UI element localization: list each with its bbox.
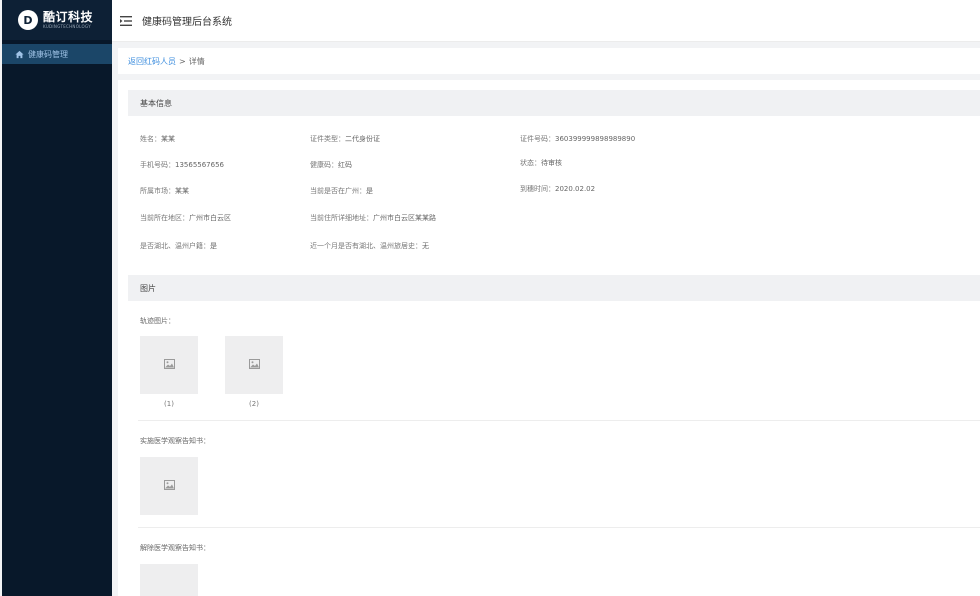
back-link[interactable]: 返回红码人员 <box>128 56 176 67</box>
field-value: 红码 <box>338 161 352 169</box>
brand-text: 酷订科技 KUDINGTECHNOLOGY <box>43 10 94 30</box>
brand-mark-icon: D <box>18 10 38 30</box>
field-id-number: 证件号码：360399999898989890 <box>520 134 635 144</box>
field-in-guangzhou: 当前是否在广州：是 <box>310 186 373 196</box>
breadcrumb-separator: > <box>179 56 186 66</box>
field-label: 证件类型： <box>310 135 345 143</box>
track-image-1[interactable] <box>140 336 198 394</box>
field-label: 当前住所详细地址： <box>310 214 373 222</box>
sidebar: D 酷订科技 KUDINGTECHNOLOGY 健康码管理 <box>2 0 112 596</box>
field-value: 无 <box>422 242 429 250</box>
field-travel-history: 近一个月是否有湖北、温州旅居史：无 <box>310 241 429 251</box>
section-images: 图片 <box>128 275 980 301</box>
field-label: 健康码： <box>310 161 338 169</box>
brand-name: 酷订科技 <box>43 10 94 24</box>
field-label: 姓名： <box>140 135 161 143</box>
breadcrumb: 返回红码人员 > 详情 <box>118 48 980 74</box>
breadcrumb-current: 详情 <box>188 56 205 66</box>
field-label: 到穗时间： <box>520 185 555 193</box>
detail-panel: 基本信息 姓名：某某 证件类型：二代身份证 证件号码：3603999998989… <box>118 80 980 596</box>
field-health-code: 健康码：红码 <box>310 160 352 170</box>
field-market: 所属市场：某某 <box>140 186 189 196</box>
field-label: 证件号码： <box>520 135 555 143</box>
notice-label: 实施医学观察告知书： <box>140 437 210 445</box>
field-label: 是否湖北、温州户籍： <box>140 242 210 250</box>
field-label: 当前是否在广州： <box>310 187 366 195</box>
brand-subtitle: KUDINGTECHNOLOGY <box>43 24 91 29</box>
field-name: 姓名：某某 <box>140 134 175 144</box>
field-arrival-time: 到穗时间：2020.02.02 <box>520 184 595 194</box>
top-bar: 健康码管理后台系统 <box>112 0 980 42</box>
track-image-caption-2: (2) <box>249 400 259 408</box>
sidebar-item-label: 健康码管理 <box>28 49 68 59</box>
image-placeholder-icon <box>163 359 175 371</box>
field-hubei-wenzhou-household: 是否湖北、温州户籍：是 <box>140 241 217 251</box>
field-value: 某某 <box>175 187 189 195</box>
field-label: 手机号码： <box>140 161 175 169</box>
field-label: 状态： <box>520 159 541 167</box>
field-phone: 手机号码：13565567656 <box>140 160 224 170</box>
field-value: 2020.02.02 <box>555 185 596 193</box>
home-icon <box>14 49 24 59</box>
field-value: 二代身份证 <box>345 135 380 143</box>
track-images-label: 轨迹图片： <box>140 317 175 325</box>
divider <box>138 527 980 528</box>
app-title: 健康码管理后台系统 <box>142 17 232 28</box>
divider <box>138 420 980 421</box>
field-value: 13565567656 <box>175 161 224 169</box>
field-label: 近一个月是否有湖北、温州旅居史： <box>310 242 422 250</box>
track-image-caption-1: (1) <box>164 400 174 408</box>
field-value: 广州市白云区某某路 <box>373 214 436 222</box>
release-image[interactable] <box>140 564 198 596</box>
notice-image[interactable] <box>140 457 198 515</box>
field-value: 是 <box>366 187 373 195</box>
field-id-type: 证件类型：二代身份证 <box>310 134 380 144</box>
field-value: 广州市白云区 <box>189 214 231 222</box>
image-placeholder-icon <box>163 480 175 492</box>
image-placeholder-icon <box>248 359 260 371</box>
field-current-address: 当前住所详细地址：广州市白云区某某路 <box>310 213 436 223</box>
field-value: 某某 <box>161 135 175 143</box>
field-value: 是 <box>210 242 217 250</box>
field-current-region: 当前所在地区：广州市白云区 <box>140 213 231 223</box>
section-basic-info: 基本信息 <box>128 90 980 116</box>
field-value: 360399999898989890 <box>555 135 636 143</box>
field-status: 状态：待审核 <box>520 158 562 168</box>
release-label: 解除医学观察告知书： <box>140 544 210 552</box>
menu-fold-icon[interactable] <box>120 15 132 27</box>
field-value: 待审核 <box>541 159 562 167</box>
field-label: 当前所在地区： <box>140 214 189 222</box>
field-label: 所属市场： <box>140 187 175 195</box>
brand-logo[interactable]: D 酷订科技 KUDINGTECHNOLOGY <box>2 0 112 40</box>
sidebar-item-health-code[interactable]: 健康码管理 <box>2 44 112 64</box>
track-image-2[interactable] <box>225 336 283 394</box>
